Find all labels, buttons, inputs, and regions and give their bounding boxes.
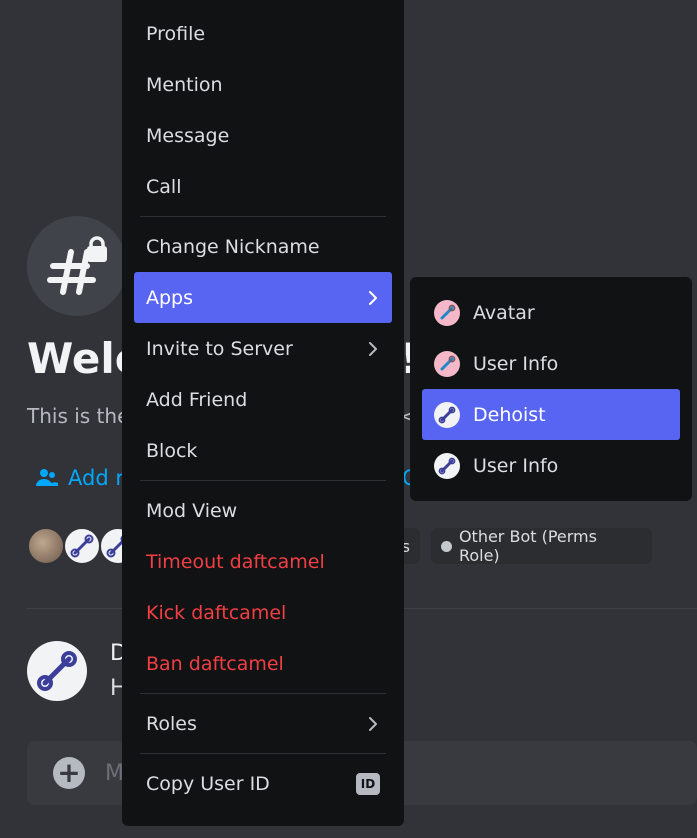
submenu-item-label: User Info — [473, 352, 559, 375]
submenu-item-label: User Info — [473, 454, 559, 477]
avatar — [63, 527, 101, 565]
menu-item-kick[interactable]: Kick daftcamel — [134, 587, 392, 638]
role-chip-label: Other Bot (Perms Role) — [458, 527, 597, 565]
menu-item-label: Apps — [146, 286, 194, 309]
menu-item-invite-to-server[interactable]: Invite to Server — [134, 323, 392, 374]
menu-item-label: Call — [146, 175, 182, 198]
menu-item-label: Kick daftcamel — [146, 601, 287, 624]
chevron-right-icon — [369, 290, 377, 305]
menu-item-label: Copy User ID — [146, 772, 270, 795]
menu-item-add-friend[interactable]: Add Friend — [134, 374, 392, 425]
menu-item-block[interactable]: Block — [134, 425, 392, 476]
app-command-user-info[interactable]: User Info — [422, 338, 680, 389]
people-icon — [36, 469, 58, 486]
menu-item-label: Ban daftcamel — [146, 652, 284, 675]
submenu-item-label: Avatar — [473, 301, 535, 324]
app-command-avatar[interactable]: Avatar — [422, 287, 680, 338]
menu-item-label: Invite to Server — [146, 337, 293, 360]
app-command-user-info[interactable]: User Info — [422, 440, 680, 491]
menu-item-label: Change Nickname — [146, 235, 320, 258]
wrench-bot-icon — [434, 401, 460, 428]
wrench-bot-icon — [70, 534, 94, 558]
menu-item-message[interactable]: Message — [134, 110, 392, 161]
channel-icon — [27, 216, 127, 316]
add-members-link[interactable]: Add r — [36, 466, 124, 490]
menu-item-mention[interactable]: Mention — [134, 59, 392, 110]
user-context-menu: Profile Mention Message Call Change Nick… — [122, 0, 404, 826]
menu-separator — [140, 480, 386, 481]
menu-item-label: Message — [146, 124, 230, 147]
role-chip-other-bot[interactable]: Other Bot (Perms Role) — [431, 527, 652, 565]
menu-separator — [140, 216, 386, 217]
menu-item-label: Block — [146, 439, 198, 462]
menu-item-label: Mod View — [146, 499, 238, 522]
menu-item-label: Roles — [146, 712, 197, 735]
wrench-bot-icon — [37, 651, 77, 691]
app-command-dehoist[interactable]: Dehoist — [422, 389, 680, 440]
add-members-label: Add r — [68, 466, 124, 490]
menu-item-label: Timeout daftcamel — [146, 550, 325, 573]
chevron-right-icon — [369, 716, 377, 731]
menu-item-mod-view[interactable]: Mod View — [134, 485, 392, 536]
menu-item-ban[interactable]: Ban daftcamel — [134, 638, 392, 689]
submenu-item-label: Dehoist — [473, 403, 546, 426]
menu-item-change-nickname[interactable]: Change Nickname — [134, 221, 392, 272]
id-icon: ID — [356, 772, 380, 795]
wrench-bot-icon — [434, 299, 460, 326]
menu-item-apps[interactable]: Apps — [134, 272, 392, 323]
channel-description: This is the — [27, 404, 130, 428]
apps-submenu: Avatar User Info Dehoist User Info — [410, 277, 692, 501]
menu-item-call[interactable]: Call — [134, 161, 392, 212]
menu-separator — [140, 753, 386, 754]
menu-item-label: Mention — [146, 73, 223, 96]
chevron-right-icon — [369, 341, 377, 356]
role-color-dot — [441, 540, 452, 552]
menu-item-profile[interactable]: Profile — [134, 8, 392, 59]
menu-item-timeout[interactable]: Timeout daftcamel — [134, 536, 392, 587]
avatar — [27, 527, 65, 565]
menu-item-label: Add Friend — [146, 388, 248, 411]
menu-item-copy-user-id[interactable]: Copy User ID ID — [134, 758, 392, 809]
message-avatar[interactable] — [27, 641, 87, 701]
wrench-bot-icon — [434, 350, 460, 377]
member-avatars — [27, 527, 137, 565]
wrench-bot-icon — [434, 452, 460, 479]
menu-item-roles[interactable]: Roles — [134, 698, 392, 749]
add-attachment-icon[interactable]: + — [53, 757, 85, 789]
menu-separator — [140, 693, 386, 694]
menu-item-label: Profile — [146, 22, 206, 45]
locked-hash-icon — [47, 236, 107, 295]
